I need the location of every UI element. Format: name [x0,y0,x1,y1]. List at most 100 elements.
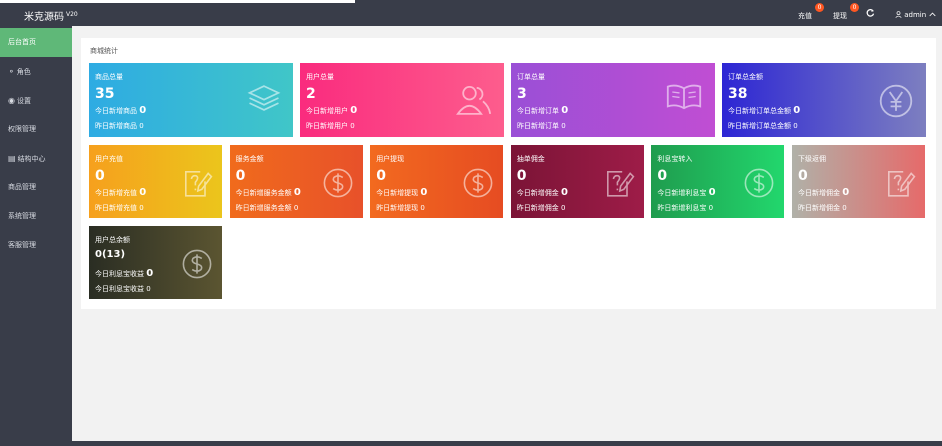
sidebar-item-service[interactable]: 客服管理 [0,231,72,260]
stat-card-yesterday-value: 0 [708,204,714,212]
stat-card-today-value: 0 [708,187,716,198]
layers-icon [247,83,281,117]
user-name: admin [904,11,927,19]
dollar-icon [181,248,213,284]
stat-card-today-label: 今日新增商品 [95,107,137,115]
sidebar-item-roles[interactable]: ⚬ 角色 [0,57,72,86]
stat-card-today-label: 今日新增佣金 [516,189,559,197]
top-header: 米克源码 V20 充值 0 提现 0 admin [0,0,942,26]
stat-card[interactable]: 订单总金额 38 今日新增订单总金额 0 昨日新增订单总金额 0 [722,63,926,137]
bottom-strip [0,441,942,446]
stat-card[interactable]: 订单总量 3 今日新增订单 0 昨日新增订单 0 [511,63,715,137]
refresh-button[interactable] [866,8,875,19]
edit-note-icon [884,167,916,203]
sidebar-item-settings[interactable]: ◉ 设置 [0,86,72,115]
stat-card-yesterday: 昨日新增用户 0 [306,121,355,131]
stat-card-today: 今日新增订单 0 [517,105,568,116]
sidebar-item-system[interactable]: 系统管理 [0,202,72,231]
withdraw-badge: 0 [850,3,859,12]
stat-card-today: 今日新增佣金 0 [798,187,849,198]
stat-card-yesterday-label: 昨日新增服务金额 [235,204,292,212]
stat-card-today-value: 0 [350,105,358,116]
user-icon: ⚬ [8,67,15,76]
stat-card-title: 用户提现 [376,155,405,163]
sidebar-item-permissions[interactable]: 权限管理 [0,115,72,144]
sidebar-item-goods[interactable]: 商品管理 [0,173,72,202]
stat-card-number: 0 [376,168,386,184]
stat-card-number: 38 [728,86,748,102]
recharge-link[interactable]: 充值 0 [798,3,824,21]
stat-card[interactable]: 用户总量 2 今日新增用户 0 昨日新增用户 0 [300,63,504,137]
stat-card[interactable]: 下级返佣 0 今日新增佣金 0 昨日新增佣金 0 [792,145,925,218]
stat-card-number: 0 [798,168,808,184]
stat-card-yesterday-label: 昨日新增订单 [517,122,559,130]
sidebar-item-label: 商品管理 [8,183,36,191]
edit-note-icon [181,167,213,203]
yen-icon [878,83,914,123]
top-edge-strip [0,0,355,3]
stat-card-today-label: 今日新增订单总金额 [728,107,791,115]
stat-card-title: 商品总量 [95,73,123,81]
stat-card-yesterday: 昨日新增商品 0 [95,121,144,131]
stat-card-yesterday-label: 昨日新增利息宝 [657,204,707,212]
stat-card-number: 0 [95,168,105,184]
stat-card[interactable]: 利息宝转入 0 今日新增利息宝 0 昨日新增利息宝 0 [651,145,785,218]
stat-card-yesterday-label: 昨日新增订单总金额 [728,122,791,130]
sidebar-item-label: 后台首页 [8,38,36,46]
stat-card-today-label: 今日新增提现 [376,189,419,197]
stat-card-number: 0 [657,168,668,184]
stat-card-today-label: 今日新增订单 [517,107,559,115]
brand-version: V20 [66,10,78,18]
stat-card[interactable]: 用户提现 0 今日新增提现 0 昨日新增提现 0 [370,145,504,218]
user-icon [895,11,902,18]
recharge-label: 充值 [798,12,812,20]
sidebar: 后台首页 ⚬ 角色 ◉ 设置 权限管理 ▤ 结构中心 商品管理 系统管理 客服管理 [0,26,72,446]
stat-card-today-value: 0 [146,268,154,279]
edit-note-icon [603,167,635,203]
stat-card-yesterday: 昨日新增服务金额 0 [236,203,299,213]
stat-card-title: 用户总量 [306,73,334,81]
stat-card-title: 用户充值 [95,155,123,163]
stat-card-today-value: 0 [139,105,147,116]
stat-card-yesterday-value: 0 [561,204,566,212]
stat-card-yesterday-label: 昨日新增用户 [306,122,348,130]
sidebar-item-label: 权限管理 [8,125,36,133]
sidebar-item-structure[interactable]: ▤ 结构中心 [0,144,72,173]
stat-card-today-value: 0 [420,187,428,198]
user-menu[interactable]: admin [895,11,937,19]
stat-card[interactable]: 抽单佣金 0 今日新增佣金 0 昨日新增佣金 0 [510,145,644,218]
withdraw-link[interactable]: 提现 0 [833,3,859,21]
id-card-icon: ▤ [8,154,16,163]
stat-card[interactable]: 用户总余额 0(13) 今日利息宝收益 0 今日利息宝收益 0 [89,226,222,299]
stat-card-today-label: 今日利息宝收益 [95,270,144,278]
stat-card[interactable]: 服务金额 0 今日新增服务金额 0 昨日新增服务金额 0 [229,145,363,218]
chevron-up-icon [929,12,937,17]
stat-card-yesterday-label: 昨日新增佣金 [516,204,559,212]
stat-card-yesterday-label: 昨日新增提现 [376,204,419,212]
stat-card-yesterday-label: 今日利息宝收益 [95,285,144,293]
stat-card-yesterday: 昨日新增提现 0 [376,203,425,213]
stat-card-title: 订单总量 [517,73,545,81]
stat-card-title: 抽单佣金 [516,155,545,163]
stat-card[interactable]: 商品总量 35 今日新增商品 0 昨日新增商品 0 [89,63,293,137]
stat-card-yesterday-value: 0 [350,122,355,130]
stat-card[interactable]: 用户充值 0 今日新增充值 0 昨日新增充值 0 [89,145,222,218]
stat-card-yesterday: 昨日新增订单 0 [517,121,566,131]
stat-card-title: 服务金额 [235,155,264,163]
panel-title: 商城统计 [90,47,118,55]
stat-card-today-value: 0 [293,187,301,198]
dollar-icon [743,167,775,203]
stat-card-yesterday: 昨日新增充值 0 [95,203,144,213]
stat-card-today-label: 今日新增服务金额 [235,189,292,197]
stat-card-number: 0(13) [95,249,126,260]
stat-card-yesterday: 昨日新增佣金 0 [798,203,847,213]
stat-card-today-value: 0 [139,187,147,198]
sidebar-item-home[interactable]: 后台首页 [0,28,72,57]
stat-card-today: 今日利息宝收益 0 [95,268,153,279]
stat-card-today: 今日新增充值 0 [95,187,146,198]
stat-card-yesterday-value: 0 [420,204,425,212]
stat-card-yesterday-label: 昨日新增商品 [95,122,137,130]
stat-card-title: 用户总余额 [95,236,130,244]
stat-card-yesterday-value: 0 [139,204,144,212]
brand-logo[interactable]: 米克源码 V20 [24,8,78,23]
